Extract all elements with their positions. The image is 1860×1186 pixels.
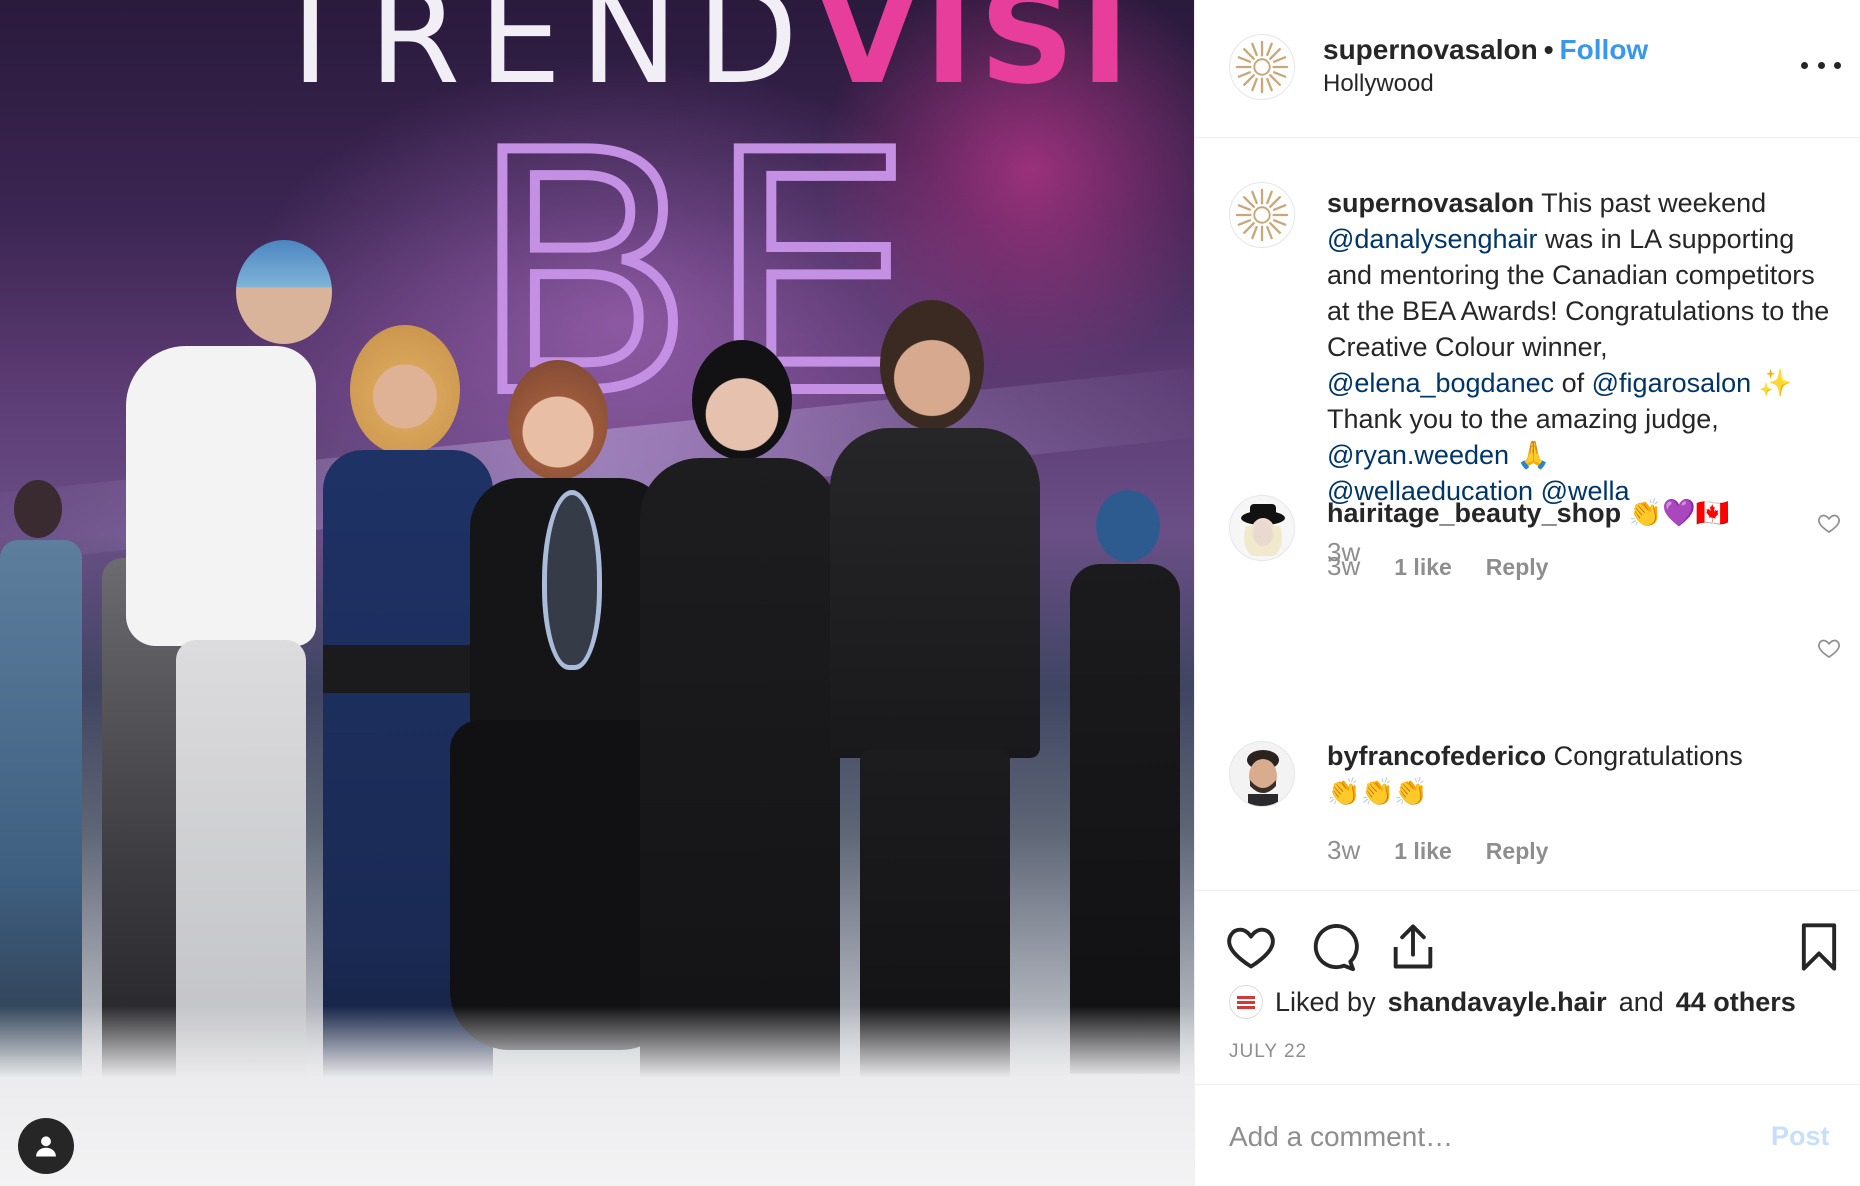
caption-text: supernovasalon This past weekend @danaly…	[1327, 185, 1835, 509]
mention-link[interactable]: @elena_bogdanec	[1327, 368, 1554, 398]
post-sidebar: supernovasalon • Follow Hollywood supern…	[1194, 0, 1860, 1186]
avatar[interactable]	[1229, 741, 1295, 807]
comments-list[interactable]: supernovasalon This past weekend @danaly…	[1195, 139, 1860, 889]
avatar[interactable]	[1229, 495, 1295, 561]
person-model	[86, 240, 336, 1140]
header-username[interactable]: supernovasalon	[1323, 34, 1538, 65]
liker-username[interactable]: shandavayle.hair	[1388, 987, 1607, 1018]
caption-segment: This past weekend	[1534, 188, 1767, 218]
likes-summary: Liked by shandavayle.hair and 44 others	[1229, 985, 1796, 1019]
more-options-button[interactable]	[1801, 50, 1841, 80]
share-icon[interactable]	[1387, 921, 1439, 973]
comment-text: hairitage_beauty_shop 👏💜🇨🇦	[1327, 495, 1767, 531]
comment-like-icon[interactable]	[1817, 636, 1841, 660]
heart-icon[interactable]	[1225, 921, 1277, 973]
comment-username[interactable]: byfrancofederico	[1327, 741, 1546, 771]
comment-meta: 3w 1 like Reply	[1327, 551, 1548, 582]
comment-likes[interactable]: 1 like	[1394, 838, 1452, 865]
post-actions: Liked by shandavayle.hair and 44 others …	[1195, 890, 1860, 1084]
comment-timestamp[interactable]: 3w	[1327, 551, 1360, 582]
sparkle-emoji: ✨	[1758, 368, 1793, 398]
sunburst-logo-icon	[1235, 40, 1289, 94]
likes-conjunction: and	[1618, 986, 1664, 1017]
header-username-row: supernovasalon • Follow	[1323, 34, 1648, 66]
comment-emoji: 👏💜🇨🇦	[1628, 498, 1730, 528]
comment-body: Congratulations	[1553, 741, 1743, 771]
post-location[interactable]: Hollywood	[1323, 70, 1434, 98]
more-icon	[1801, 61, 1808, 69]
mention-link[interactable]: @figarosalon	[1592, 368, 1752, 398]
stage-floor	[0, 1006, 1194, 1186]
comment-like-icon[interactable]	[1817, 511, 1841, 535]
avatar-image	[1230, 496, 1294, 560]
reply-button[interactable]: Reply	[1486, 838, 1549, 865]
post-button[interactable]: Post	[1771, 1121, 1830, 1152]
caption-segment: of	[1554, 368, 1592, 398]
likes-others-link[interactable]: 44 others	[1676, 987, 1796, 1018]
background-person	[1060, 490, 1190, 1074]
comment-username[interactable]: hairitage_beauty_shop	[1327, 498, 1621, 528]
comment-text: byfrancofederico Congratulations 👏👏👏	[1327, 738, 1767, 810]
user-tag-icon	[36, 1136, 56, 1157]
bookmark-icon[interactable]	[1793, 921, 1845, 973]
caption-avatar[interactable]	[1229, 182, 1295, 248]
post-photo[interactable]: TRENDVISI BE	[0, 0, 1194, 1186]
background-person	[0, 470, 90, 1100]
avatar-image	[1230, 742, 1294, 806]
pray-emoji: 🙏	[1516, 440, 1551, 470]
follow-button[interactable]: Follow	[1560, 34, 1649, 65]
more-icon-dot	[1817, 61, 1825, 69]
mention-link[interactable]: @danalysenghair	[1327, 224, 1538, 254]
post-header: supernovasalon • Follow Hollywood	[1195, 0, 1860, 138]
avatar[interactable]	[1229, 34, 1295, 100]
comment-icon[interactable]	[1307, 921, 1359, 973]
avatar[interactable]	[1229, 985, 1263, 1019]
add-comment-bar: Post	[1195, 1084, 1860, 1186]
comment-input[interactable]	[1229, 1115, 1729, 1159]
reply-button[interactable]: Reply	[1486, 554, 1549, 581]
more-icon-dot	[1834, 61, 1841, 69]
comment-likes[interactable]: 1 like	[1394, 554, 1452, 581]
comment-timestamp[interactable]: 3w	[1327, 835, 1360, 866]
sunburst-logo-icon	[1235, 188, 1289, 242]
comment-meta: 3w 1 like Reply	[1327, 835, 1548, 866]
caption-username[interactable]: supernovasalon	[1327, 188, 1534, 218]
header-separator: •	[1543, 34, 1554, 65]
tagged-users-button[interactable]	[18, 1118, 74, 1174]
likes-prefix: Liked by	[1275, 986, 1376, 1017]
caption-segment: Thank you to the amazing judge,	[1327, 404, 1719, 434]
post-date[interactable]: JULY 22	[1229, 1041, 1307, 1063]
comment-emoji: 👏👏👏	[1327, 777, 1428, 807]
mention-link[interactable]: @ryan.weeden	[1327, 440, 1509, 470]
